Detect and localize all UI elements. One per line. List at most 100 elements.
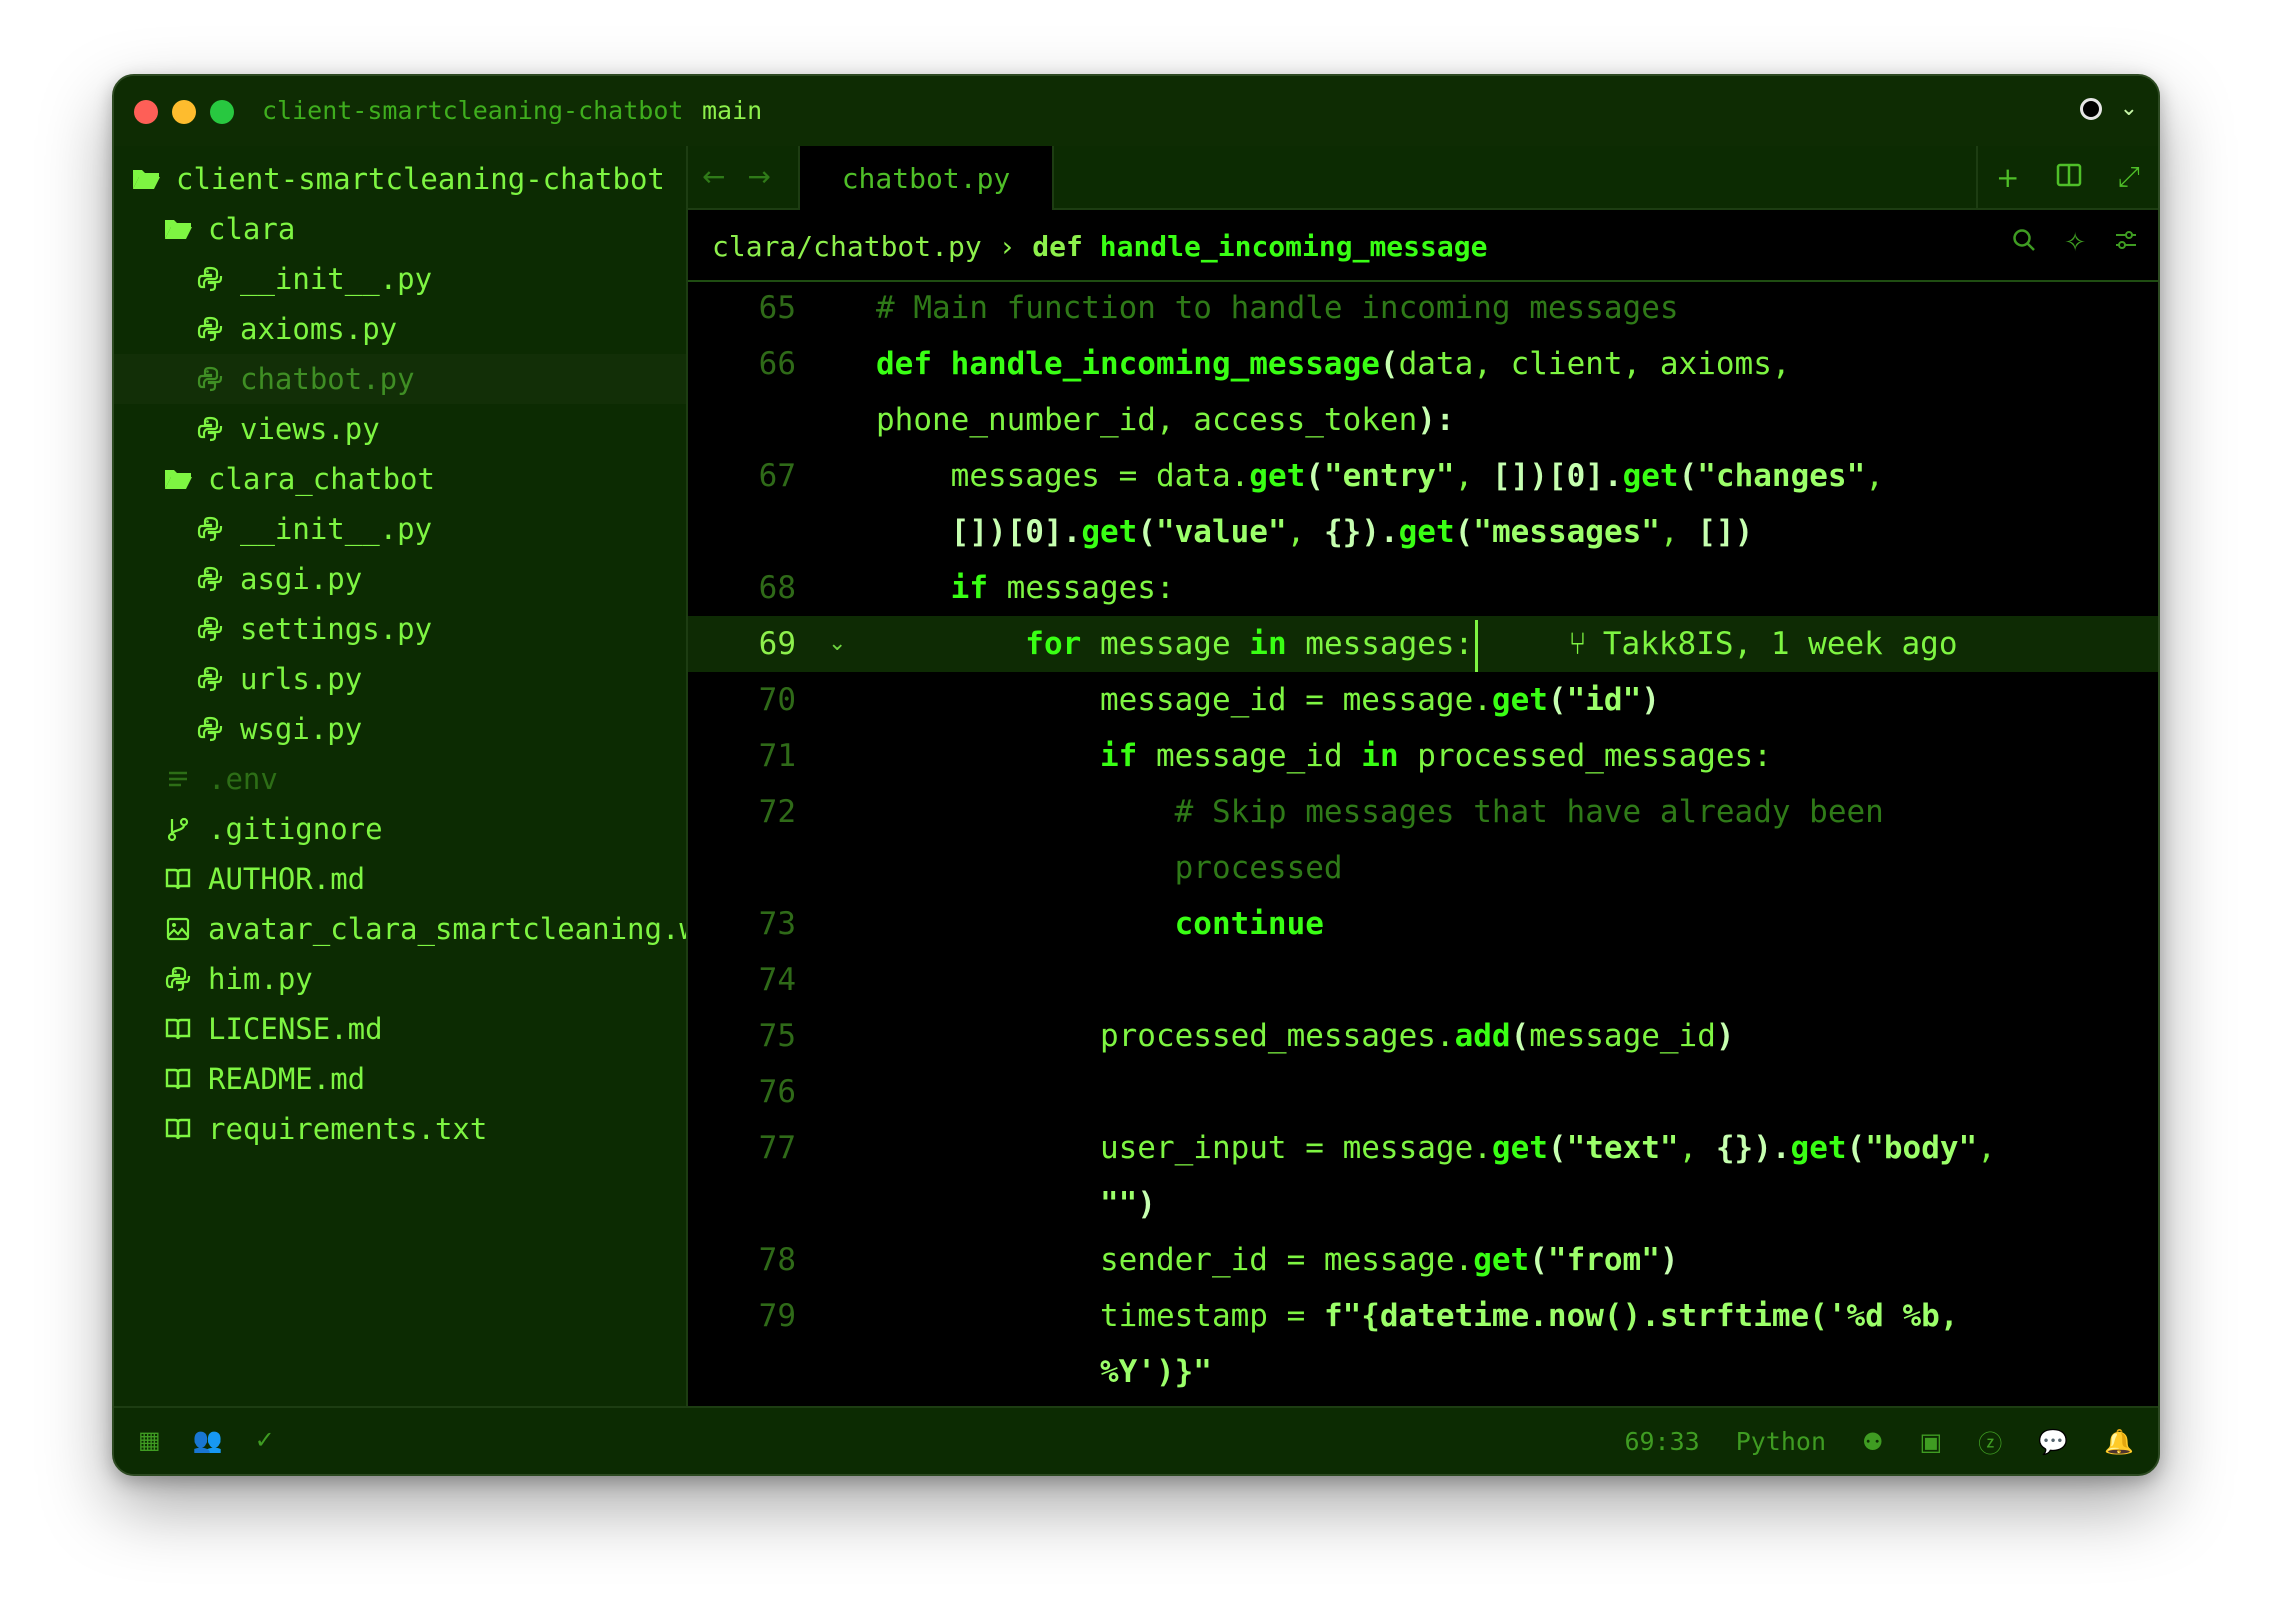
code-token: ,: [1865, 458, 1884, 494]
search-icon[interactable]: [2012, 228, 2036, 259]
file-item[interactable]: views.py: [114, 404, 766, 454]
file-item[interactable]: __init__.py: [114, 254, 766, 304]
file-item[interactable]: __init__.py: [114, 504, 766, 554]
forward-arrow-icon[interactable]: →: [747, 160, 770, 193]
folder-item[interactable]: clara_chatbot: [114, 454, 734, 504]
code-token: "changes": [1697, 458, 1866, 494]
file-item[interactable]: wsgi.py: [114, 704, 766, 754]
file-item[interactable]: requirements.txt: [114, 1104, 734, 1154]
file-item[interactable]: avatar_clara_smartcleaning.webp: [114, 904, 734, 954]
code-token: add: [1454, 1018, 1511, 1054]
code-line[interactable]: 69 ⌄ for message in messages: ⑂ Takk8IS, 1 …: [688, 616, 2158, 672]
code-line[interactable]: 75 processed_messages.add(message_id): [688, 1008, 2158, 1064]
breadcrumb-symbol[interactable]: handle_incoming_message: [1100, 230, 1488, 263]
folder-item[interactable]: client-smartcleaning-chatbot: [114, 154, 702, 204]
file-item[interactable]: urls.py: [114, 654, 766, 704]
folder-item[interactable]: clara: [114, 204, 734, 254]
code-line[interactable]: ""): [688, 1176, 2158, 1232]
minimize-window-button[interactable]: [172, 100, 196, 124]
code-line[interactable]: 78 sender_id = message.get("from"): [688, 1232, 2158, 1288]
python-icon: [194, 313, 226, 345]
fold-chevron-icon[interactable]: ⌄: [828, 616, 846, 672]
chat-icon[interactable]: 💬: [2038, 1428, 2068, 1456]
tab-chatbot-py[interactable]: chatbot.py: [798, 146, 1054, 210]
lines-icon: [162, 763, 194, 795]
zoom-window-button[interactable]: [210, 100, 234, 124]
breadcrumb-path[interactable]: clara/chatbot.py: [712, 230, 982, 263]
code-text: def handle_incoming_message(data, client…: [876, 336, 1791, 392]
code-token: get: [1622, 458, 1679, 494]
line-number: 78: [758, 1242, 796, 1278]
user-menu[interactable]: ⌄: [2079, 96, 2138, 121]
close-window-button[interactable]: [134, 100, 158, 124]
split-pane-icon[interactable]: [2056, 161, 2082, 194]
file-item[interactable]: AUTHOR.md: [114, 854, 734, 904]
code-line[interactable]: 66 def handle_incoming_message(data, clie…: [688, 336, 2158, 392]
diagnostics-check-icon[interactable]: ✓: [255, 1426, 275, 1454]
file-item[interactable]: README.md: [114, 1054, 734, 1104]
assistant-icon[interactable]: ⓩ: [1978, 1424, 2002, 1459]
terminal-icon[interactable]: ▣: [1920, 1428, 1943, 1456]
code-token: phone_number_id, access_token: [876, 402, 1418, 438]
code-line[interactable]: 71 if message_id in processed_messages:: [688, 728, 2158, 784]
notifications-bell-icon[interactable]: 🔔: [2104, 1428, 2134, 1456]
maximize-icon[interactable]: ⤢: [2118, 160, 2140, 194]
code-line[interactable]: processed: [688, 840, 2158, 896]
code-line[interactable]: 77 user_input = message.get("text", {}).…: [688, 1120, 2158, 1176]
file-item[interactable]: settings.py: [114, 604, 766, 654]
cursor-position[interactable]: 69:33: [1624, 1427, 1699, 1456]
code-text: if message_id in processed_messages:: [876, 728, 1772, 784]
file-item[interactable]: him.py: [114, 954, 734, 1004]
assistant-sparkle-icon[interactable]: ✧: [2064, 228, 2086, 259]
project-panel-toggle-icon[interactable]: ▦: [138, 1426, 161, 1454]
file-item[interactable]: .gitignore: [114, 804, 734, 854]
python-icon: [194, 263, 226, 295]
file-item[interactable]: asgi.py: [114, 554, 766, 604]
avatar-icon[interactable]: [2079, 97, 2102, 120]
tab-label: chatbot.py: [841, 161, 1011, 195]
git-branch-icon: [162, 813, 194, 845]
code-line[interactable]: [])[0].get("value", {}).get("messages", …: [688, 504, 2158, 560]
code-text: processed_messages.add(message_id): [876, 1008, 1735, 1064]
copilot-icon[interactable]: ⚉: [1862, 1428, 1884, 1456]
project-name[interactable]: client-smartcleaning-chatbot: [262, 96, 683, 125]
code-token: get: [1473, 1242, 1530, 1278]
code-line[interactable]: %Y')}": [688, 1344, 2158, 1400]
line-number: 71: [758, 738, 796, 774]
code-token: ,: [1977, 1130, 1996, 1166]
code-token: messages = data.: [876, 458, 1250, 494]
chevron-down-icon[interactable]: ⌄: [2120, 96, 2138, 121]
code-token: {}).: [1715, 1130, 1791, 1166]
language-selector[interactable]: Python: [1736, 1427, 1826, 1456]
code-line[interactable]: 79 timestamp = f"{datetime.now().strftim…: [688, 1288, 2158, 1344]
code-line[interactable]: 73 continue: [688, 896, 2158, 952]
code-line[interactable]: 67 messages = data.get("entry", [])[0].g…: [688, 448, 2158, 504]
line-number: 75: [758, 1018, 796, 1054]
file-item[interactable]: axioms.py: [114, 304, 766, 354]
code-token: ): [1641, 682, 1660, 718]
file-item[interactable]: chatbot.py: [114, 354, 766, 404]
branch-name[interactable]: main: [702, 96, 762, 125]
code-line[interactable]: 72 # Skip messages that have already bee…: [688, 784, 2158, 840]
editor-settings-icon[interactable]: [2114, 228, 2138, 259]
inline-blame[interactable]: ⑂ Takk8IS, 1 week ago: [1478, 626, 1957, 662]
code-line[interactable]: 74: [688, 952, 2158, 1008]
code-line[interactable]: 68 if messages:: [688, 560, 2158, 616]
code-area[interactable]: 65 # Main function to handle incoming mes…: [688, 280, 2158, 1410]
file-item[interactable]: .env: [114, 754, 734, 804]
code-text: messages = data.get("entry", [])[0].get(…: [876, 448, 1884, 504]
back-arrow-icon[interactable]: ←: [702, 160, 725, 193]
code-line[interactable]: 70 message_id = message.get("id"): [688, 672, 2158, 728]
tab-bar: ← → chatbot.py + ⤢: [688, 146, 2158, 210]
code-text: sender_id = message.get("from"): [876, 1232, 1679, 1288]
code-line[interactable]: 65 # Main function to handle incoming mes…: [688, 280, 2158, 336]
code-line[interactable]: phone_number_id, access_token):: [688, 392, 2158, 448]
python-icon: [194, 513, 226, 545]
collaboration-icon[interactable]: 👥: [193, 1426, 223, 1454]
tree-item-label: requirements.txt: [208, 1112, 488, 1146]
new-tab-icon[interactable]: +: [1996, 161, 2019, 194]
code-token: (: [1379, 346, 1399, 382]
file-item[interactable]: LICENSE.md: [114, 1004, 734, 1054]
breadcrumb[interactable]: clara/chatbot.py › def handle_incoming_m…: [712, 230, 1487, 263]
code-line[interactable]: 76: [688, 1064, 2158, 1120]
